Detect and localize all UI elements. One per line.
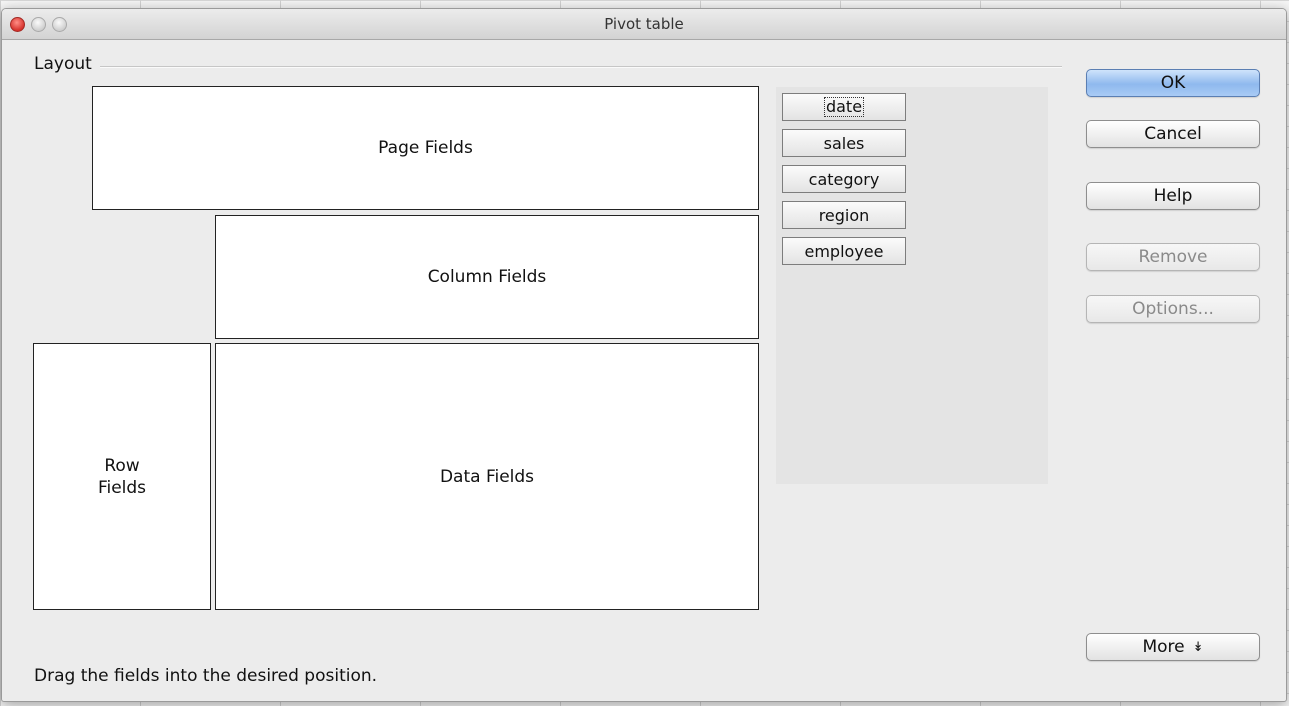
data-fields-label: Data Fields: [439, 466, 535, 487]
options-button[interactable]: Options...: [1086, 295, 1260, 323]
remove-button[interactable]: Remove: [1086, 243, 1260, 271]
field-date-label: date: [823, 97, 865, 117]
field-category-label: category: [808, 169, 880, 189]
more-button-label: More: [1142, 637, 1185, 657]
cancel-button[interactable]: Cancel: [1086, 120, 1260, 148]
options-button-label: Options...: [1132, 299, 1214, 319]
double-chevron-down-icon: ↡: [1192, 639, 1204, 655]
title-bar: Pivot table: [2, 9, 1286, 40]
help-button[interactable]: Help: [1086, 182, 1260, 210]
field-category-button[interactable]: category: [782, 165, 906, 193]
row-fields-label: Row Fields: [97, 455, 147, 498]
cancel-button-label: Cancel: [1144, 124, 1202, 144]
layout-divider: [100, 66, 1062, 68]
ok-button[interactable]: OK: [1086, 69, 1260, 97]
instruction-text: Drag the fields into the desired positio…: [34, 666, 378, 686]
column-fields-area[interactable]: Column Fields: [215, 215, 759, 339]
field-date-button[interactable]: date: [782, 93, 906, 121]
ok-button-label: OK: [1160, 73, 1186, 93]
available-fields-pool[interactable]: date sales category region employee: [776, 87, 1048, 484]
field-region-label: region: [818, 205, 870, 225]
window-title: Pivot table: [604, 15, 684, 33]
field-sales-button[interactable]: sales: [782, 129, 906, 157]
help-button-label: Help: [1153, 186, 1193, 206]
page-fields-label: Page Fields: [378, 138, 473, 158]
field-region-button[interactable]: region: [782, 201, 906, 229]
pivot-table-dialog: Pivot table Layout Page Fields Column Fi…: [1, 8, 1287, 702]
row-fields-area[interactable]: Row Fields: [33, 343, 211, 610]
column-fields-label: Column Fields: [427, 267, 547, 287]
field-sales-label: sales: [823, 133, 865, 153]
field-employee-label: employee: [804, 241, 884, 261]
layout-section-label: Layout: [34, 54, 92, 74]
page-fields-area[interactable]: Page Fields: [92, 86, 759, 210]
more-button[interactable]: More ↡: [1086, 633, 1260, 661]
field-employee-button[interactable]: employee: [782, 237, 906, 265]
data-fields-area[interactable]: Data Fields: [215, 343, 759, 610]
remove-button-label: Remove: [1138, 247, 1208, 267]
